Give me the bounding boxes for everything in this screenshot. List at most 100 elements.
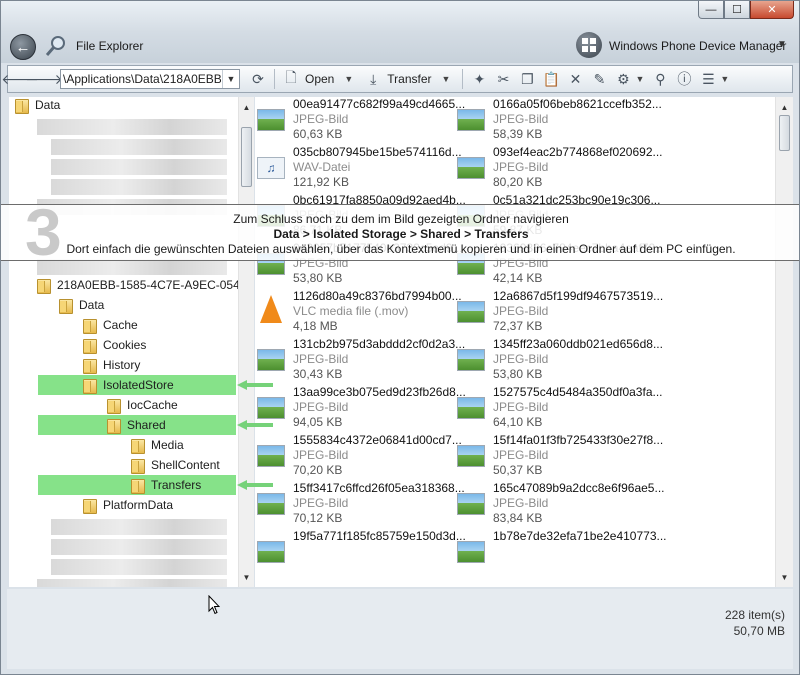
file-list: 00ea91477c682f99a49cd4665... JPEG-Bild 60,… [255, 97, 775, 587]
close-button[interactable]: ✕ [750, 1, 794, 19]
file-name: 13aa99ce3b075ed9d23fb26d8... [293, 385, 466, 399]
tree-item-label: Data [79, 298, 105, 312]
folder-icon [83, 317, 97, 334]
file-type: JPEG-Bild [293, 496, 349, 510]
tree-scrollbar[interactable]: ▲ ▼ [238, 97, 254, 587]
jpeg-icon [257, 445, 285, 467]
address-dropdown-icon[interactable]: ▼ [222, 70, 239, 88]
scroll-thumb[interactable] [241, 127, 252, 187]
info-icon[interactable]: ⓘ [674, 69, 694, 89]
tree-item-shell-content[interactable]: ShellContent [131, 455, 220, 475]
paste-icon[interactable]: 📋 [541, 69, 561, 89]
settings-icon[interactable]: ⚙ [613, 69, 633, 89]
view-dropdown-icon[interactable]: ▼ [720, 74, 729, 84]
open-button[interactable]: Open [305, 72, 334, 86]
scroll-up-icon[interactable]: ▲ [239, 99, 254, 115]
transfer-icon[interactable]: ⤓ [363, 69, 383, 89]
settings-dropdown-icon[interactable]: ▼ [635, 74, 644, 84]
maximize-button[interactable]: ☐ [724, 1, 750, 19]
rename-icon[interactable]: ✎ [589, 69, 609, 89]
jpeg-icon [257, 541, 285, 563]
file-name: 19f5a771f185fc85759e150d3d... [293, 529, 466, 543]
copy-icon[interactable]: ❐ [517, 69, 537, 89]
arrow-left-icon [237, 480, 273, 490]
tree-item-data-root[interactable]: Data [15, 97, 60, 115]
view-options-icon[interactable]: ☰ [698, 69, 718, 89]
address-bar[interactable]: \Applications\Data\218A0EBB-1 ▼ [60, 69, 240, 89]
file-type: JPEG-Bild [493, 304, 549, 318]
tree-item-data[interactable]: Data [59, 295, 104, 315]
jpeg-icon [257, 109, 285, 131]
scroll-down-icon[interactable]: ▼ [777, 569, 792, 585]
jpeg-icon [257, 493, 285, 515]
jpeg-icon [257, 349, 285, 371]
folder-tree: Data 218A0EBB-1585-4C7E-A9EC-054CF4 Data… [9, 97, 238, 587]
file-type: VLC media file (.mov) [293, 304, 409, 318]
device-manager-title[interactable]: Windows Phone Device Manager [609, 39, 786, 53]
scroll-up-icon[interactable]: ▲ [777, 99, 792, 115]
file-type: WAV-Datei [293, 160, 351, 174]
file-type: JPEG-Bild [293, 448, 349, 462]
blurred-item [37, 579, 227, 587]
file-item[interactable]: 15ff3417c6ffcd26f05ea318368... JPEG-Bild 7… [255, 481, 465, 529]
file-name: 035cb807945be15be574116d... [293, 145, 462, 159]
open-file-icon[interactable]: 🗋 [281, 69, 301, 89]
jpeg-icon [457, 301, 485, 323]
scroll-thumb[interactable] [779, 115, 790, 151]
file-item[interactable]: 131cb2b975d3abddd2cf0d2a3... JPEG-Bild 30,… [255, 337, 465, 385]
delete-icon[interactable]: ✕ [565, 69, 585, 89]
minimize-button[interactable]: — [698, 1, 724, 19]
file-item[interactable]: 1527575c4d5484a350df0a3fa... JPEG-Bild 64,… [455, 385, 663, 433]
file-item[interactable]: 1126d80a49c8376bd7994b00... VLC media fil… [255, 289, 462, 337]
tree-item-app-folder[interactable]: 218A0EBB-1585-4C7E-A9EC-054CF4 [37, 275, 238, 295]
file-item[interactable]: 0166a05f06beb8621ccefb352... JPEG-Bild 58,… [455, 97, 662, 145]
new-file-icon[interactable]: ✦ [469, 69, 489, 89]
cut-icon[interactable]: ✂ [493, 69, 513, 89]
blurred-item [51, 179, 227, 195]
title-bar: — ☐ ✕ ← File Explorer Windows Phone Devi… [1, 1, 799, 63]
blurred-item [51, 159, 227, 175]
refresh-icon[interactable]: ⟳ [248, 69, 268, 89]
file-item[interactable]: 12a6867d5f199df9467573519... JPEG-Bild 72,… [455, 289, 663, 337]
file-explorer-window: — ☐ ✕ ← File Explorer Windows Phone Devi… [0, 0, 800, 675]
transfer-button[interactable]: Transfer [387, 72, 431, 86]
folder-icon [59, 297, 73, 314]
chevron-down-icon[interactable]: ▼ [777, 39, 787, 50]
arrow-left-icon: ← [15, 38, 31, 56]
file-item[interactable]: 1345ff23a060ddb021ed656d8... JPEG-Bild 53,… [455, 337, 663, 385]
file-list-scrollbar[interactable]: ▲ ▼ [775, 97, 793, 587]
tree-item-cache[interactable]: Cache [83, 315, 138, 335]
file-item[interactable]: 15f14fa01f3fb725433f30e27f8... JPEG-Bild 5… [455, 433, 663, 481]
search-icon[interactable]: ⚲ [650, 69, 670, 89]
total-size: 50,70 MB [733, 624, 785, 638]
file-item[interactable]: 00ea91477c682f99a49cd4665... JPEG-Bild 60,… [255, 97, 465, 145]
file-item[interactable]: 093ef4eac2b774868ef020692... JPEG-Bild 80,… [455, 145, 663, 193]
file-item[interactable]: 165c47089b9a2dcc8e6f96ae5... JPEG-Bild 83,… [455, 481, 665, 529]
file-item[interactable]: ♫ 035cb807945be15be574116d... WAV-Datei 121… [255, 145, 462, 193]
file-size: 83,84 KB [493, 511, 543, 525]
tree-item-isolated-store[interactable]: IsolatedStore [83, 375, 174, 395]
jpeg-icon [457, 493, 485, 515]
arrow-left-icon [237, 380, 273, 390]
instruction-line-3: Dort einfach die gewünschten Dateien aus… [66, 242, 736, 256]
file-type: JPEG-Bild [493, 160, 549, 174]
scroll-down-icon[interactable]: ▼ [239, 569, 254, 585]
tree-item-ioc-cache[interactable]: IocCache [107, 395, 178, 415]
tree-item-cookies[interactable]: Cookies [83, 335, 146, 355]
blurred-item [51, 559, 227, 575]
transfer-dropdown-icon[interactable]: ▼ [442, 74, 451, 84]
file-item[interactable]: 13aa99ce3b075ed9d23fb26d8... JPEG-Bild 94,… [255, 385, 466, 433]
back-button[interactable]: ← [10, 34, 36, 60]
tree-item-label: Data [35, 98, 61, 112]
file-name: 1555834c4372e06841d00cd7... [293, 433, 462, 447]
tree-item-platform-data[interactable]: PlatformData [83, 495, 173, 515]
file-item[interactable]: 19f5a771f185fc85759e150d3d... [255, 529, 466, 577]
nav-forward-icon[interactable]: 🡒 [25, 69, 63, 89]
tree-item-history[interactable]: History [83, 355, 140, 375]
tree-item-media[interactable]: Media [131, 435, 184, 455]
open-dropdown-icon[interactable]: ▼ [344, 74, 353, 84]
tree-item-shared[interactable]: Shared [107, 415, 166, 435]
file-item[interactable]: 1555834c4372e06841d00cd7... JPEG-Bild 70,2… [255, 433, 462, 481]
tree-item-transfers[interactable]: Transfers [131, 475, 201, 495]
file-item[interactable]: 1b78e7de32efa71be2e410773... [455, 529, 667, 577]
